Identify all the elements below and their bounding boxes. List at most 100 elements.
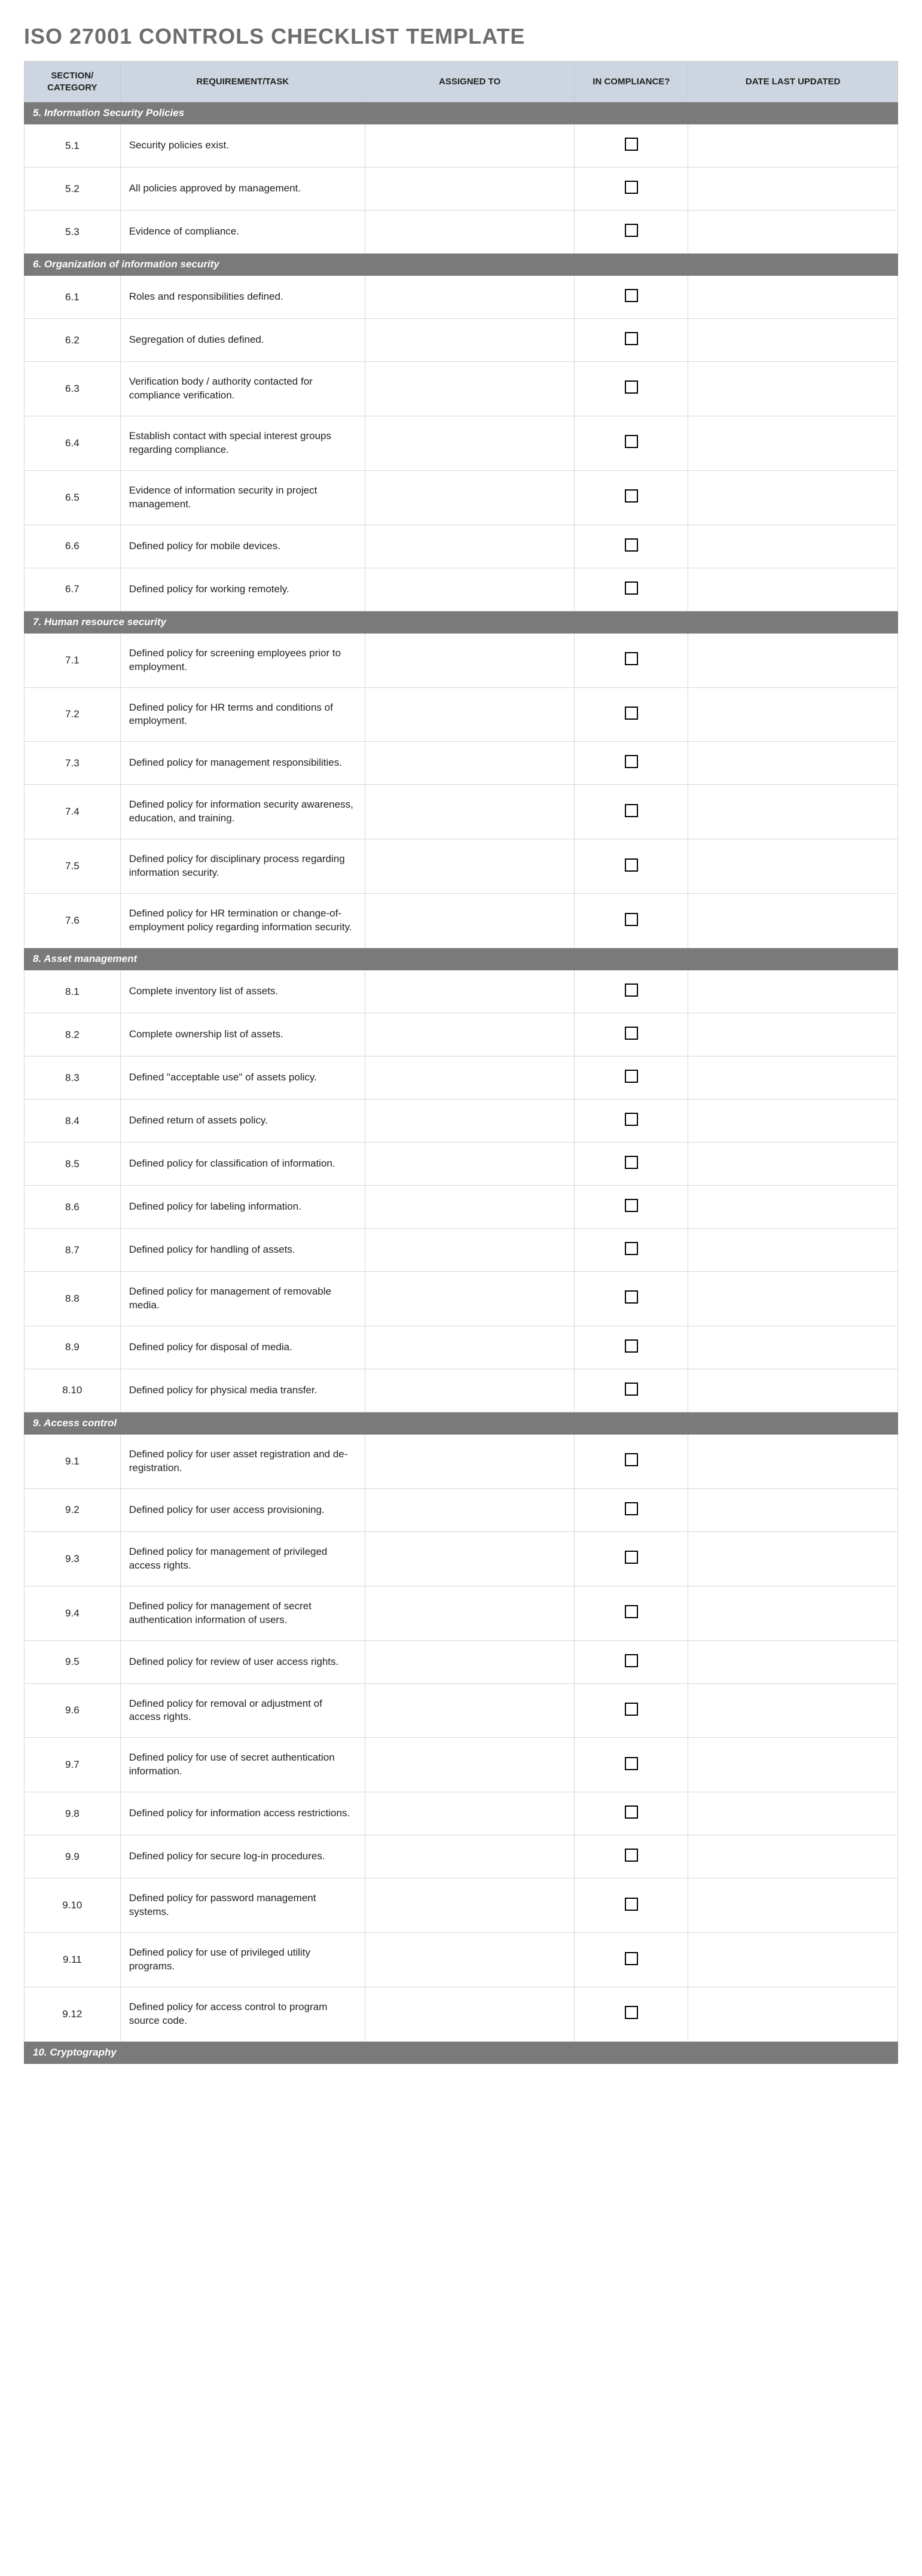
cell-date-updated[interactable] [688,1143,898,1186]
compliance-checkbox[interactable] [625,913,638,926]
cell-date-updated[interactable] [688,839,898,894]
cell-date-updated[interactable] [688,124,898,168]
compliance-checkbox[interactable] [625,2006,638,2019]
cell-date-updated[interactable] [688,1738,898,1792]
compliance-checkbox[interactable] [625,1383,638,1396]
cell-date-updated[interactable] [688,1434,898,1488]
cell-date-updated[interactable] [688,525,898,568]
cell-date-updated[interactable] [688,742,898,785]
cell-assigned-to[interactable] [365,1531,575,1586]
cell-assigned-to[interactable] [365,1186,575,1229]
compliance-checkbox[interactable] [625,289,638,302]
compliance-checkbox[interactable] [625,1551,638,1564]
cell-date-updated[interactable] [688,1683,898,1738]
cell-date-updated[interactable] [688,211,898,254]
compliance-checkbox[interactable] [625,1070,638,1083]
cell-assigned-to[interactable] [365,1434,575,1488]
cell-date-updated[interactable] [688,1792,898,1835]
cell-assigned-to[interactable] [365,1878,575,1933]
cell-assigned-to[interactable] [365,894,575,948]
cell-date-updated[interactable] [688,1186,898,1229]
cell-assigned-to[interactable] [365,470,575,525]
cell-date-updated[interactable] [688,1586,898,1640]
compliance-checkbox[interactable] [625,1027,638,1040]
cell-assigned-to[interactable] [365,970,575,1013]
cell-assigned-to[interactable] [365,568,575,611]
cell-date-updated[interactable] [688,633,898,687]
cell-assigned-to[interactable] [365,1792,575,1835]
compliance-checkbox[interactable] [625,181,638,194]
compliance-checkbox[interactable] [625,1339,638,1353]
cell-assigned-to[interactable] [365,168,575,211]
compliance-checkbox[interactable] [625,983,638,997]
cell-assigned-to[interactable] [365,1683,575,1738]
cell-assigned-to[interactable] [365,1488,575,1531]
compliance-checkbox[interactable] [625,707,638,720]
cell-date-updated[interactable] [688,1056,898,1100]
cell-assigned-to[interactable] [365,1738,575,1792]
cell-assigned-to[interactable] [365,124,575,168]
compliance-checkbox[interactable] [625,1703,638,1716]
compliance-checkbox[interactable] [625,1156,638,1169]
compliance-checkbox[interactable] [625,581,638,595]
compliance-checkbox[interactable] [625,1502,638,1515]
cell-date-updated[interactable] [688,276,898,319]
compliance-checkbox[interactable] [625,1605,638,1618]
cell-assigned-to[interactable] [365,742,575,785]
compliance-checkbox[interactable] [625,1453,638,1466]
cell-assigned-to[interactable] [365,1933,575,1987]
cell-assigned-to[interactable] [365,687,575,742]
cell-assigned-to[interactable] [365,1640,575,1683]
cell-date-updated[interactable] [688,1013,898,1056]
compliance-checkbox[interactable] [625,1113,638,1126]
cell-date-updated[interactable] [688,1272,898,1326]
cell-assigned-to[interactable] [365,319,575,362]
cell-date-updated[interactable] [688,1640,898,1683]
compliance-checkbox[interactable] [625,1849,638,1862]
cell-date-updated[interactable] [688,1987,898,2042]
cell-date-updated[interactable] [688,470,898,525]
cell-assigned-to[interactable] [365,1987,575,2042]
cell-assigned-to[interactable] [365,1229,575,1272]
cell-assigned-to[interactable] [365,416,575,470]
cell-assigned-to[interactable] [365,633,575,687]
compliance-checkbox[interactable] [625,755,638,768]
compliance-checkbox[interactable] [625,804,638,817]
cell-assigned-to[interactable] [365,1586,575,1640]
cell-date-updated[interactable] [688,319,898,362]
cell-assigned-to[interactable] [365,785,575,839]
compliance-checkbox[interactable] [625,380,638,394]
cell-date-updated[interactable] [688,1488,898,1531]
cell-assigned-to[interactable] [365,1143,575,1186]
compliance-checkbox[interactable] [625,1805,638,1819]
cell-assigned-to[interactable] [365,276,575,319]
compliance-checkbox[interactable] [625,1654,638,1667]
compliance-checkbox[interactable] [625,1242,638,1255]
cell-assigned-to[interactable] [365,1326,575,1369]
compliance-checkbox[interactable] [625,332,638,345]
cell-date-updated[interactable] [688,785,898,839]
cell-date-updated[interactable] [688,1326,898,1369]
compliance-checkbox[interactable] [625,1757,638,1770]
compliance-checkbox[interactable] [625,1290,638,1304]
cell-assigned-to[interactable] [365,1369,575,1412]
compliance-checkbox[interactable] [625,538,638,552]
cell-assigned-to[interactable] [365,525,575,568]
cell-date-updated[interactable] [688,568,898,611]
compliance-checkbox[interactable] [625,489,638,503]
compliance-checkbox[interactable] [625,652,638,665]
cell-date-updated[interactable] [688,416,898,470]
cell-date-updated[interactable] [688,1229,898,1272]
compliance-checkbox[interactable] [625,858,638,872]
cell-assigned-to[interactable] [365,1100,575,1143]
cell-date-updated[interactable] [688,1369,898,1412]
cell-date-updated[interactable] [688,1100,898,1143]
cell-assigned-to[interactable] [365,1056,575,1100]
compliance-checkbox[interactable] [625,435,638,448]
compliance-checkbox[interactable] [625,1199,638,1212]
cell-date-updated[interactable] [688,1878,898,1933]
cell-date-updated[interactable] [688,894,898,948]
compliance-checkbox[interactable] [625,1898,638,1911]
cell-date-updated[interactable] [688,1835,898,1878]
cell-assigned-to[interactable] [365,362,575,416]
